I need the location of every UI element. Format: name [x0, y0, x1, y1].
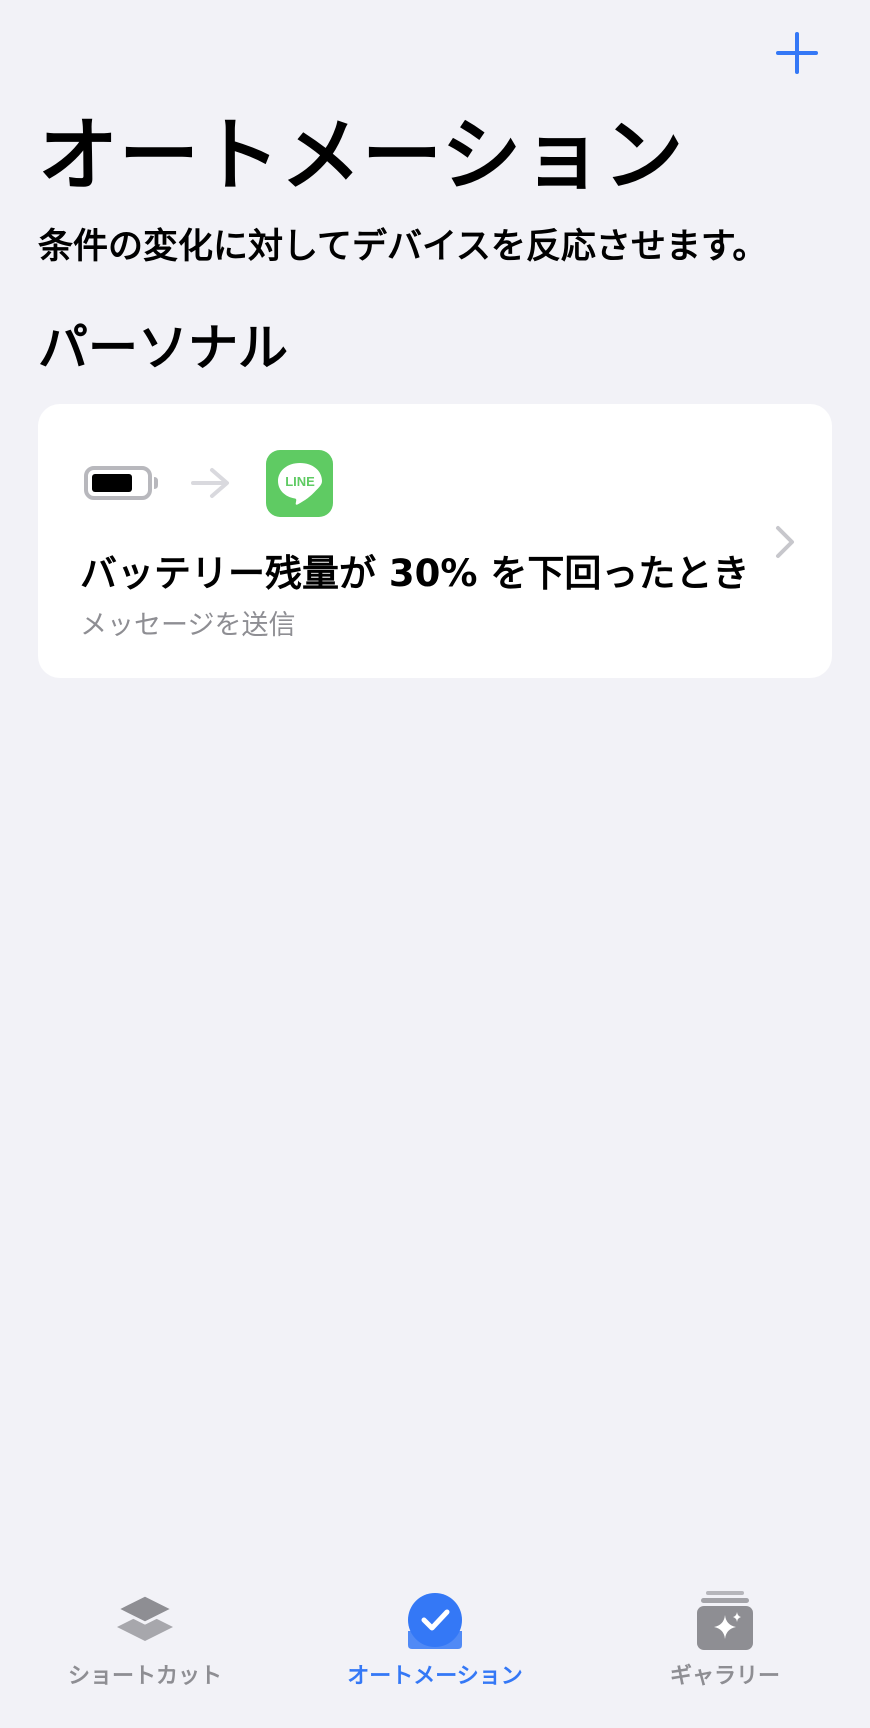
tab-automation-label: オートメーション — [347, 1664, 523, 1689]
automation-subtitle: メッセージを送信 — [80, 610, 296, 641]
layers-icon — [113, 1588, 177, 1652]
page-subtitle: 条件の変化に対してデバイスを反応させます。 — [38, 227, 768, 267]
tab-shortcuts-label: ショートカット — [67, 1664, 222, 1689]
tab-bar: ショートカット オートメーション ギャラリー — [0, 1558, 870, 1728]
automation-card[interactable]: LINE バッテリー残量が 30% を下回ったとき メッセージを送信 — [38, 404, 832, 678]
tab-gallery-label: ギャラリー — [669, 1664, 780, 1689]
arrow-right-icon — [191, 468, 229, 498]
tab-shortcuts[interactable]: ショートカット — [0, 1558, 290, 1728]
checkmark-circle-icon — [403, 1588, 467, 1652]
battery-icon — [84, 466, 158, 500]
chevron-right-icon — [776, 526, 794, 558]
plus-icon — [776, 32, 818, 74]
automation-icons: LINE — [84, 449, 333, 517]
section-header-personal: パーソナル — [38, 319, 288, 377]
svg-text:LINE: LINE — [285, 474, 315, 489]
automation-title: バッテリー残量が 30% を下回ったとき — [80, 552, 750, 595]
tab-gallery[interactable]: ギャラリー — [580, 1558, 870, 1728]
add-automation-button[interactable] — [772, 28, 822, 78]
gallery-sparkle-icon — [693, 1588, 757, 1652]
line-app-icon: LINE — [266, 449, 333, 517]
page-title: オートメーション — [38, 109, 685, 202]
tab-automation[interactable]: オートメーション — [290, 1558, 580, 1728]
